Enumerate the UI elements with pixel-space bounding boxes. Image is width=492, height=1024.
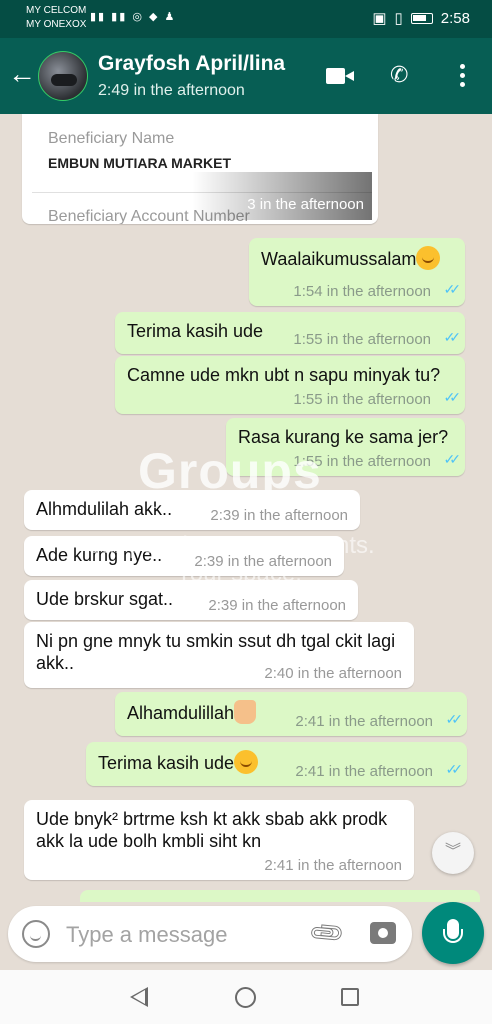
message-bubble-out[interactable]: Alhamdulillah 2:41 in the afternoon ✓✓ [115, 692, 467, 736]
chat-header: ← Grayfosh April/lina 2:49 in the aftern… [0, 38, 492, 114]
message-text: Ude brskur sgat.. [36, 589, 174, 609]
message-time: 2:41 in the afternoon [264, 857, 402, 874]
smile-emoji-icon [416, 246, 441, 270]
message-bubble-out[interactable]: Waalaikumussalam 1:54 in the afternoon ✓… [249, 238, 465, 306]
phone-icon[interactable]: ✆ [390, 62, 408, 88]
status-right: ▣ ▯ 2:58 [372, 9, 470, 28]
contact-avatar[interactable] [38, 51, 88, 101]
message-time: 2:41 in the afternoon [295, 763, 433, 780]
message-text: Terima kasih ude [127, 321, 264, 341]
carrier-2-label: MY ONEXOX [26, 19, 87, 30]
message-bubble-in[interactable]: Ni pn gne mnyk tu smkin ssut dh tgal cki… [24, 622, 414, 688]
beneficiary-name-value: EMBUN MUTIARA MARKET [48, 155, 232, 171]
smile-emoji-icon [234, 750, 259, 774]
nav-back-icon[interactable] [130, 987, 148, 1007]
battery-icon [410, 12, 433, 24]
nfc-icon: ▣ [372, 10, 387, 27]
watermark-sub: photobucket [150, 493, 243, 512]
message-time: 2:39 in the afternoon [208, 597, 346, 614]
message-text: Waalaikumussalam [261, 246, 441, 270]
message-time: 2:41 in the afternoon [295, 713, 433, 730]
message-bubble-out[interactable]: Terima kasih ude 2:41 in the afternoon ✓… [86, 742, 467, 786]
last-seen: 2:49 in the afternoon [98, 82, 245, 99]
message-time: 1:55 in the afternoon [293, 331, 431, 348]
video-call-icon[interactable] [326, 68, 354, 86]
message-time: 1:55 in the afternoon [293, 391, 431, 408]
message-text: Ude bnyk² brtrme ksh kt akk sbab akk pro… [36, 809, 388, 851]
read-ticks-icon: ✓✓ [445, 711, 464, 727]
read-ticks-icon: ✓✓ [443, 329, 462, 345]
message-text: Alhamdulillah [127, 700, 257, 724]
thumbs-up-emoji-icon [234, 700, 257, 724]
message-bubble-in[interactable]: Ude bnyk² brtrme ksh kt akk sbab akk pro… [24, 800, 414, 880]
mic-button[interactable] [422, 902, 484, 964]
message-text: Terima kasih ude [98, 750, 259, 774]
message-time: 2:40 in the afternoon [264, 665, 402, 682]
message-bubble-out[interactable]: Camne ude mkn ubt n sapu minyak tu? 1:55… [115, 356, 465, 414]
nav-recents-icon[interactable] [341, 988, 359, 1006]
more-options-icon[interactable] [452, 64, 472, 91]
message-input-bar: Type a message 📎︎ [8, 906, 412, 962]
message-bubble-out[interactable]: Terima kasih ude 1:55 in the afternoon ✓… [115, 312, 465, 354]
transfer-receipt-image[interactable]: Beneficiary Name EMBUN MUTIARA MARKET Be… [22, 114, 378, 224]
contact-name[interactable]: Grayfosh April/lina [98, 52, 285, 76]
back-arrow-icon[interactable]: ← [8, 60, 38, 90]
watermark-tagline-2: Your space. [176, 560, 302, 587]
system-nav-bar [0, 970, 492, 1024]
camera-icon[interactable] [370, 922, 396, 944]
nav-home-icon[interactable] [235, 987, 256, 1008]
status-bar: MY CELCOM MY ONEXOX ▮▮ ▮▮ ◎ ◆ ♟ ▣ ▯ 2:58 [0, 0, 492, 38]
message-bubble-out-partial [80, 890, 480, 902]
clock: 2:58 [440, 9, 470, 27]
emoji-icon[interactable] [22, 920, 50, 948]
message-text: Camne ude mkn ubt n sapu minyak tu? [127, 365, 441, 385]
vibrate-icon: ▯ [394, 10, 403, 27]
carrier-1-label: MY CELCOM [26, 5, 87, 16]
message-time: 3 in the afternoon [247, 196, 364, 213]
read-ticks-icon: ✓✓ [443, 281, 462, 297]
message-time: 1:54 in the afternoon [293, 283, 431, 300]
message-input[interactable]: Type a message [66, 922, 227, 948]
read-ticks-icon: ✓✓ [443, 451, 462, 467]
attach-icon[interactable]: 📎︎ [306, 913, 348, 955]
mic-stand [443, 929, 463, 943]
watermark-tagline-1: Your people. Your moments. [74, 532, 375, 559]
read-ticks-icon: ✓✓ [445, 761, 464, 777]
signal-icons: ▮▮ ▮▮ ◎ ◆ ♟ [90, 11, 177, 23]
scroll-down-icon[interactable]: ︾ [432, 832, 474, 874]
watermark-logo: Groups [138, 443, 322, 499]
read-ticks-icon: ✓✓ [443, 389, 462, 405]
beneficiary-name-label: Beneficiary Name [48, 130, 175, 147]
